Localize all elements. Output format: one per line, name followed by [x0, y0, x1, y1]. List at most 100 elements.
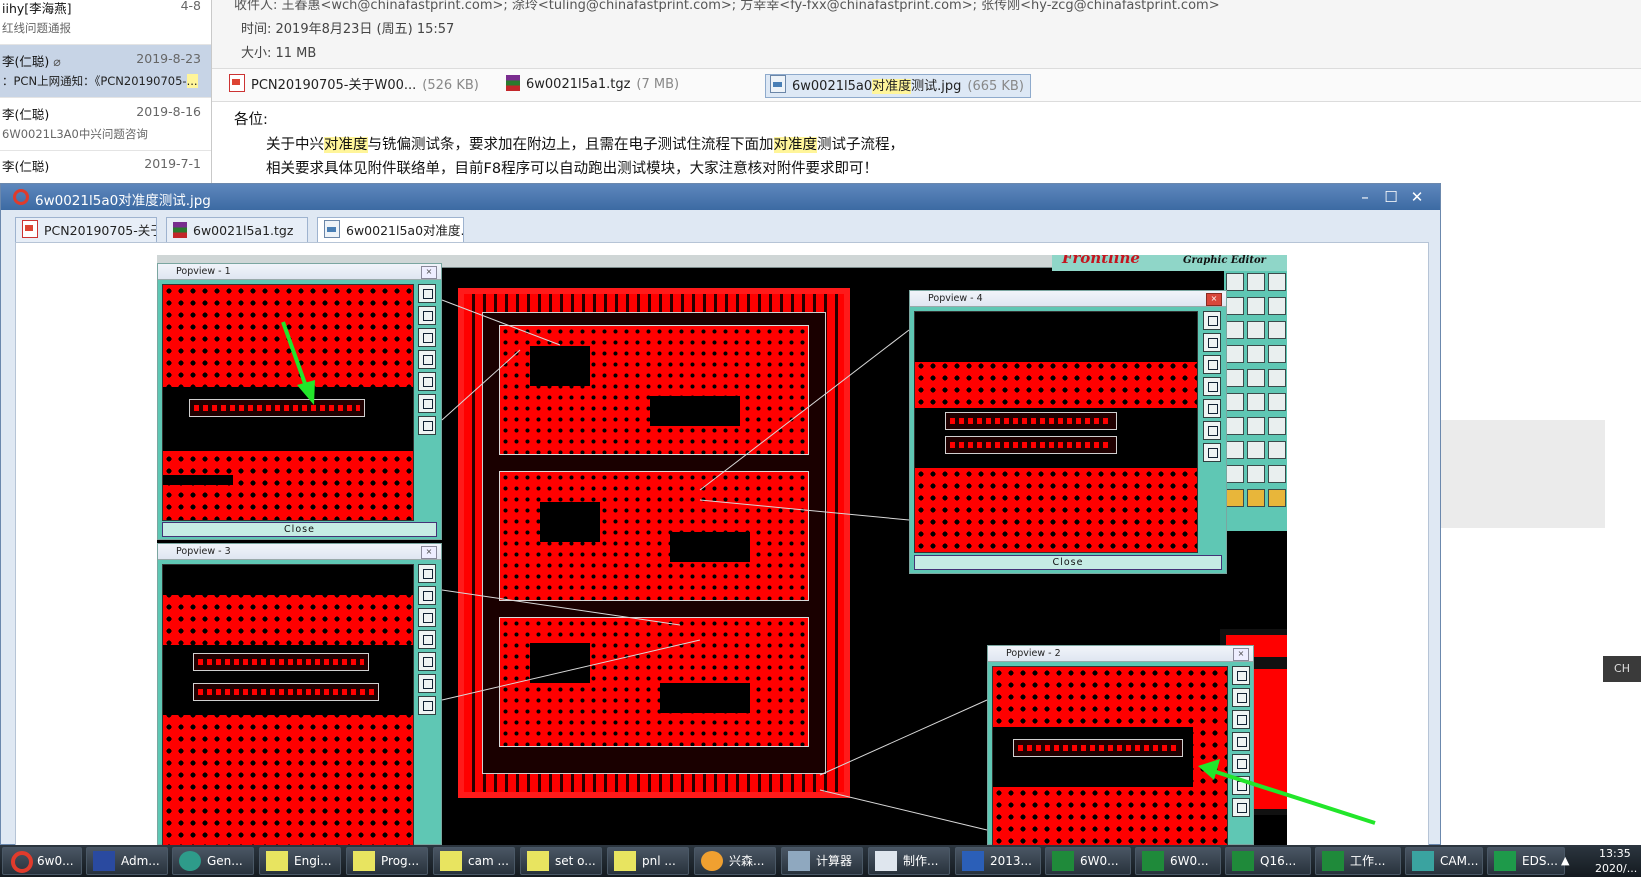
- zoom-tool-icon: [418, 284, 436, 303]
- zoom-tool-icon: [1232, 688, 1250, 707]
- tool-icon: [1247, 297, 1265, 315]
- tab-tgz[interactable]: 6w0021l5a1.tgz: [166, 217, 308, 242]
- tool-icon: [1268, 321, 1286, 339]
- zoom-tool-icon: [418, 416, 436, 435]
- taskbar-item[interactable]: 6W0...: [1135, 847, 1221, 875]
- popview-toolbar: [418, 284, 438, 438]
- tool-icon: [1268, 297, 1286, 315]
- close-button[interactable]: ✕: [1408, 188, 1426, 206]
- zoom-tool-icon: [1203, 443, 1221, 462]
- mail-sender: 李(仁聪): [2, 107, 50, 122]
- zoom-tool-icon: [418, 306, 436, 325]
- tool-icon: [1247, 321, 1265, 339]
- tool-icon: [1226, 393, 1244, 411]
- tool-icon: [1247, 393, 1265, 411]
- mail-list-item-selected[interactable]: 李(仁聪) ⌀ 2019-8-23 ：PCN上网通知：《PCN20190705-…: [0, 45, 211, 98]
- x-window-icon: [353, 851, 375, 871]
- taskbar: 6w0... Adm... Gen... Engi... Prog... cam…: [0, 845, 1641, 877]
- mail-list-item[interactable]: 李(仁聪) 2019-8-16 6W0021L3A0中兴问题咨询: [0, 98, 211, 151]
- tool-icon: [1226, 417, 1244, 435]
- taskbar-item[interactable]: EDS...: [1487, 847, 1565, 875]
- test-coupon: [1013, 739, 1183, 757]
- taskbar-item[interactable]: Adm...: [86, 847, 168, 875]
- popview-4: Popview - 4 × Close: [909, 290, 1227, 574]
- popview-viewport: [992, 666, 1228, 846]
- viewer-app-icon: [11, 851, 33, 873]
- tool-icon: [1247, 417, 1265, 435]
- taskbar-item[interactable]: cam ...: [433, 847, 515, 875]
- mail-subject: 6W0021L3A0中兴问题咨询: [2, 127, 148, 141]
- popview-close-icon: ×: [421, 546, 437, 559]
- archive-file-icon: [173, 222, 187, 238]
- excel-icon: [1052, 851, 1074, 871]
- popview-3: Popview - 3 ×: [157, 543, 442, 846]
- tool-icon: [1226, 321, 1244, 339]
- viewer-titlebar[interactable]: 6w0021l5a0对准度测试.jpg – ☐ ✕: [1, 184, 1440, 210]
- size-line: 大小: 11 MB: [241, 46, 317, 61]
- body-greeting: 各位:: [234, 112, 268, 128]
- taskbar-item[interactable]: Engi...: [259, 847, 341, 875]
- floppy-icon: [93, 851, 115, 871]
- mail-date: 2019-7-1: [144, 156, 201, 171]
- taskbar-item[interactable]: 制作...: [868, 847, 950, 875]
- excel-icon: [1232, 851, 1254, 871]
- test-coupon: [945, 412, 1117, 430]
- popview-close-button: Close: [914, 555, 1222, 570]
- clock-time[interactable]: 13:35: [1599, 847, 1631, 860]
- zoom-tool-icon: [418, 674, 436, 693]
- taskbar-item[interactable]: 计算器: [781, 847, 863, 875]
- archive-file-icon: [506, 75, 520, 91]
- zoom-tool-icon: [1232, 798, 1250, 817]
- clock-date[interactable]: 2020/...: [1595, 862, 1637, 875]
- taskbar-item[interactable]: pnl ...: [607, 847, 689, 875]
- zoom-tool-icon: [1232, 710, 1250, 729]
- taskbar-item[interactable]: Gen...: [172, 847, 254, 875]
- tool-icon: [1247, 345, 1265, 363]
- attachment-tgz[interactable]: 6w0021l5a1.tgz (7 MB): [502, 74, 685, 96]
- zoom-tool-icon: [418, 652, 436, 671]
- tool-icon: [1268, 441, 1286, 459]
- time-line: 时间: 2019年8月23日 (周五) 15:57: [241, 22, 455, 37]
- tool-icon: [1268, 369, 1286, 387]
- taskbar-item[interactable]: 兴森...: [694, 847, 776, 875]
- zoom-tool-icon: [418, 586, 436, 605]
- tab-jpg[interactable]: 6w0021l5a0对准度...: [317, 217, 464, 244]
- taskbar-item[interactable]: CAM...: [1405, 847, 1483, 875]
- maximize-button[interactable]: ☐: [1382, 188, 1400, 206]
- tool-icon: [1268, 393, 1286, 411]
- test-coupon: [193, 683, 379, 701]
- zoom-tool-icon: [1232, 776, 1250, 795]
- tray-chevron-icon[interactable]: ▲: [1561, 854, 1569, 867]
- mail-list-item[interactable]: iihy[李海燕] 4-8 红线问题通报: [0, 0, 211, 45]
- body-line-2: 相关要求具体见附件联络单，目前F8程序可以自动跑出测试模块，大家注意核对附件要求…: [266, 161, 879, 177]
- zoom-tool-icon: [418, 328, 436, 347]
- taskbar-item[interactable]: 6W0...: [1045, 847, 1131, 875]
- tab-pdf[interactable]: PCN20190705-关于...: [15, 217, 157, 242]
- taskbar-item[interactable]: Q16...: [1225, 847, 1311, 875]
- pcb-board-inner: [482, 312, 826, 774]
- tool-icon: [1226, 345, 1244, 363]
- taskbar-item[interactable]: set o...: [520, 847, 602, 875]
- pdf-file-icon: [229, 74, 245, 92]
- attachment-pdf[interactable]: PCN20190705-关于W00... (526 KB): [225, 74, 485, 96]
- tool-icon: [1247, 489, 1265, 507]
- popview-close-button: Close: [162, 522, 437, 537]
- tool-icon: [1226, 441, 1244, 459]
- attachment-jpg[interactable]: 6w0021l5a0对准度测试.jpg (665 KB): [765, 74, 1031, 98]
- minimize-button[interactable]: –: [1356, 188, 1374, 206]
- image-file-icon: [770, 75, 786, 93]
- attachment-clip-icon: ⌀: [53, 54, 61, 69]
- taskbar-item[interactable]: Prog...: [346, 847, 428, 875]
- taskbar-item[interactable]: 工作...: [1315, 847, 1401, 875]
- calculator-icon: [788, 851, 810, 871]
- taskbar-item[interactable]: 2013...: [955, 847, 1041, 875]
- tool-palette: [1224, 271, 1287, 531]
- taskbar-item[interactable]: 6w0...: [2, 847, 82, 875]
- zoom-tool-icon: [418, 564, 436, 583]
- popview-2: Popview - 2 ×: [987, 645, 1254, 846]
- zoom-tool-icon: [418, 608, 436, 627]
- tool-icon: [1226, 297, 1244, 315]
- language-badge[interactable]: CH: [1603, 656, 1641, 682]
- popview-close-icon: ×: [1233, 648, 1249, 661]
- x-window-icon: [440, 851, 462, 871]
